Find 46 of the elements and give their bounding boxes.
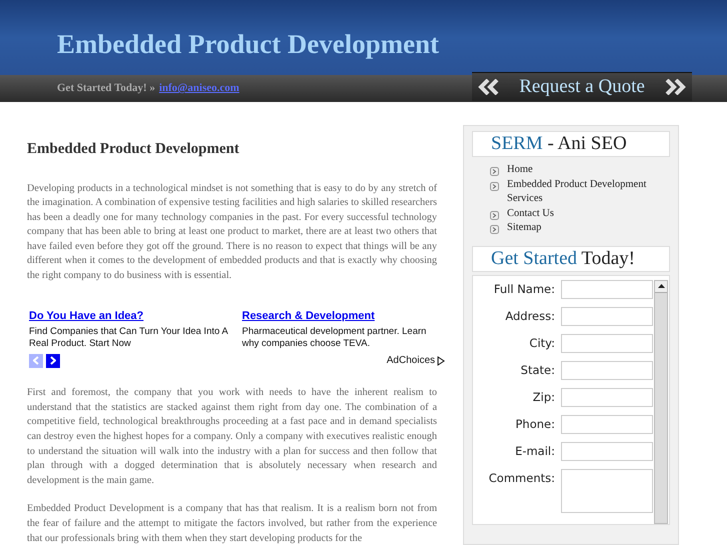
ad-description: Find Companies that Can Turn Your Idea Into A Real Product. Start Now bbox=[29, 326, 229, 350]
arrow-box-icon bbox=[490, 225, 499, 234]
comments-field[interactable] bbox=[561, 468, 653, 512]
ad-next-button[interactable] bbox=[46, 354, 60, 368]
paragraph: Developing products in a technological mindset is not something that is easy to do by any stretch of the imagination. A combination of expensive testing facilities and high salaries to skilled researchers has been a deadly one for many technology companies in the past. For every successful technology company that has been able to bring at least one product to market, there are at least two others that have failed even before they got off the ground. There is no reason to expect that things will be any different when it comes to the development of embedded products and that is exactly why choosing the right company to do business with is essential. bbox=[27, 182, 437, 284]
site-title: Embedded Product Development bbox=[57, 28, 439, 62]
nav-link[interactable]: Embedded Product Development Services bbox=[507, 178, 670, 206]
input-field[interactable] bbox=[561, 306, 653, 326]
ad-description: Pharmaceutical development partner. Learn why companies choose TEVA. bbox=[242, 326, 428, 350]
double-chevron-right-icon bbox=[664, 79, 686, 95]
field-label: Address: bbox=[504, 308, 555, 324]
arrow-box-icon bbox=[490, 182, 499, 190]
field-label: E-mail: bbox=[514, 442, 555, 460]
input-field[interactable] bbox=[561, 280, 653, 298]
double-chevron-left-icon bbox=[478, 79, 500, 95]
arrow-box-icon bbox=[490, 210, 499, 220]
input-field[interactable] bbox=[561, 388, 653, 406]
form-title: Get Started Today! bbox=[472, 246, 670, 272]
nav-title: SERM - Ani SEO bbox=[472, 131, 670, 157]
tagline: Get Started Today! » bbox=[57, 81, 156, 96]
chevron-left-icon bbox=[33, 356, 39, 366]
nav-link[interactable]: Contact Us bbox=[507, 206, 554, 221]
ad-link[interactable]: Do You Have an Idea? bbox=[29, 308, 232, 324]
input-field[interactable] bbox=[561, 442, 653, 460]
field-label: Phone: bbox=[514, 416, 555, 432]
ad-link[interactable]: Research & Development bbox=[242, 308, 445, 324]
chevron-right-icon bbox=[50, 356, 56, 366]
paragraph: First and foremost, the company that you work with needs to have the inherent realism to understand that the statistics are stacked against them right from day one. The combination of a competitive field, technological breakthroughs proceeding at a fast pace and in demand specialists can destroy even the highest hopes for a company. Only a company with executives realistic enough to understand the situation will walk into the industry with a plan for success and then follow that plan through with a dogged determination that is absolutely necessary when research and development is the main game. bbox=[27, 386, 437, 488]
field-label: City: bbox=[528, 334, 555, 352]
input-field[interactable] bbox=[561, 414, 653, 434]
input-field[interactable] bbox=[561, 334, 653, 352]
nav-link[interactable]: Sitemap bbox=[507, 221, 542, 236]
scrollbar[interactable] bbox=[654, 280, 668, 524]
field-label: State: bbox=[520, 362, 555, 378]
article-heading: Embedded Product Development bbox=[27, 140, 240, 159]
field-label: Comments: bbox=[488, 470, 555, 486]
arrow-box-icon bbox=[490, 167, 499, 176]
request-quote-button[interactable]: Request a Quote bbox=[472, 72, 692, 101]
input-field[interactable] bbox=[561, 360, 653, 380]
field-label: Zip: bbox=[532, 388, 555, 406]
scroll-up-icon bbox=[655, 280, 667, 292]
play-triangle-icon bbox=[437, 356, 445, 366]
nav-link[interactable]: Home bbox=[507, 163, 533, 178]
paragraph: Embedded Product Development is a company that has that realism. It is a realism born not from the fear of failure and the attempt to mitigate the factors involved, but rather from the experience that our professionals bring with them when they start developing products for the bbox=[27, 502, 437, 545]
adchoices-link[interactable]: AdChoices bbox=[386, 353, 445, 368]
field-label: Full Name: bbox=[492, 280, 555, 298]
